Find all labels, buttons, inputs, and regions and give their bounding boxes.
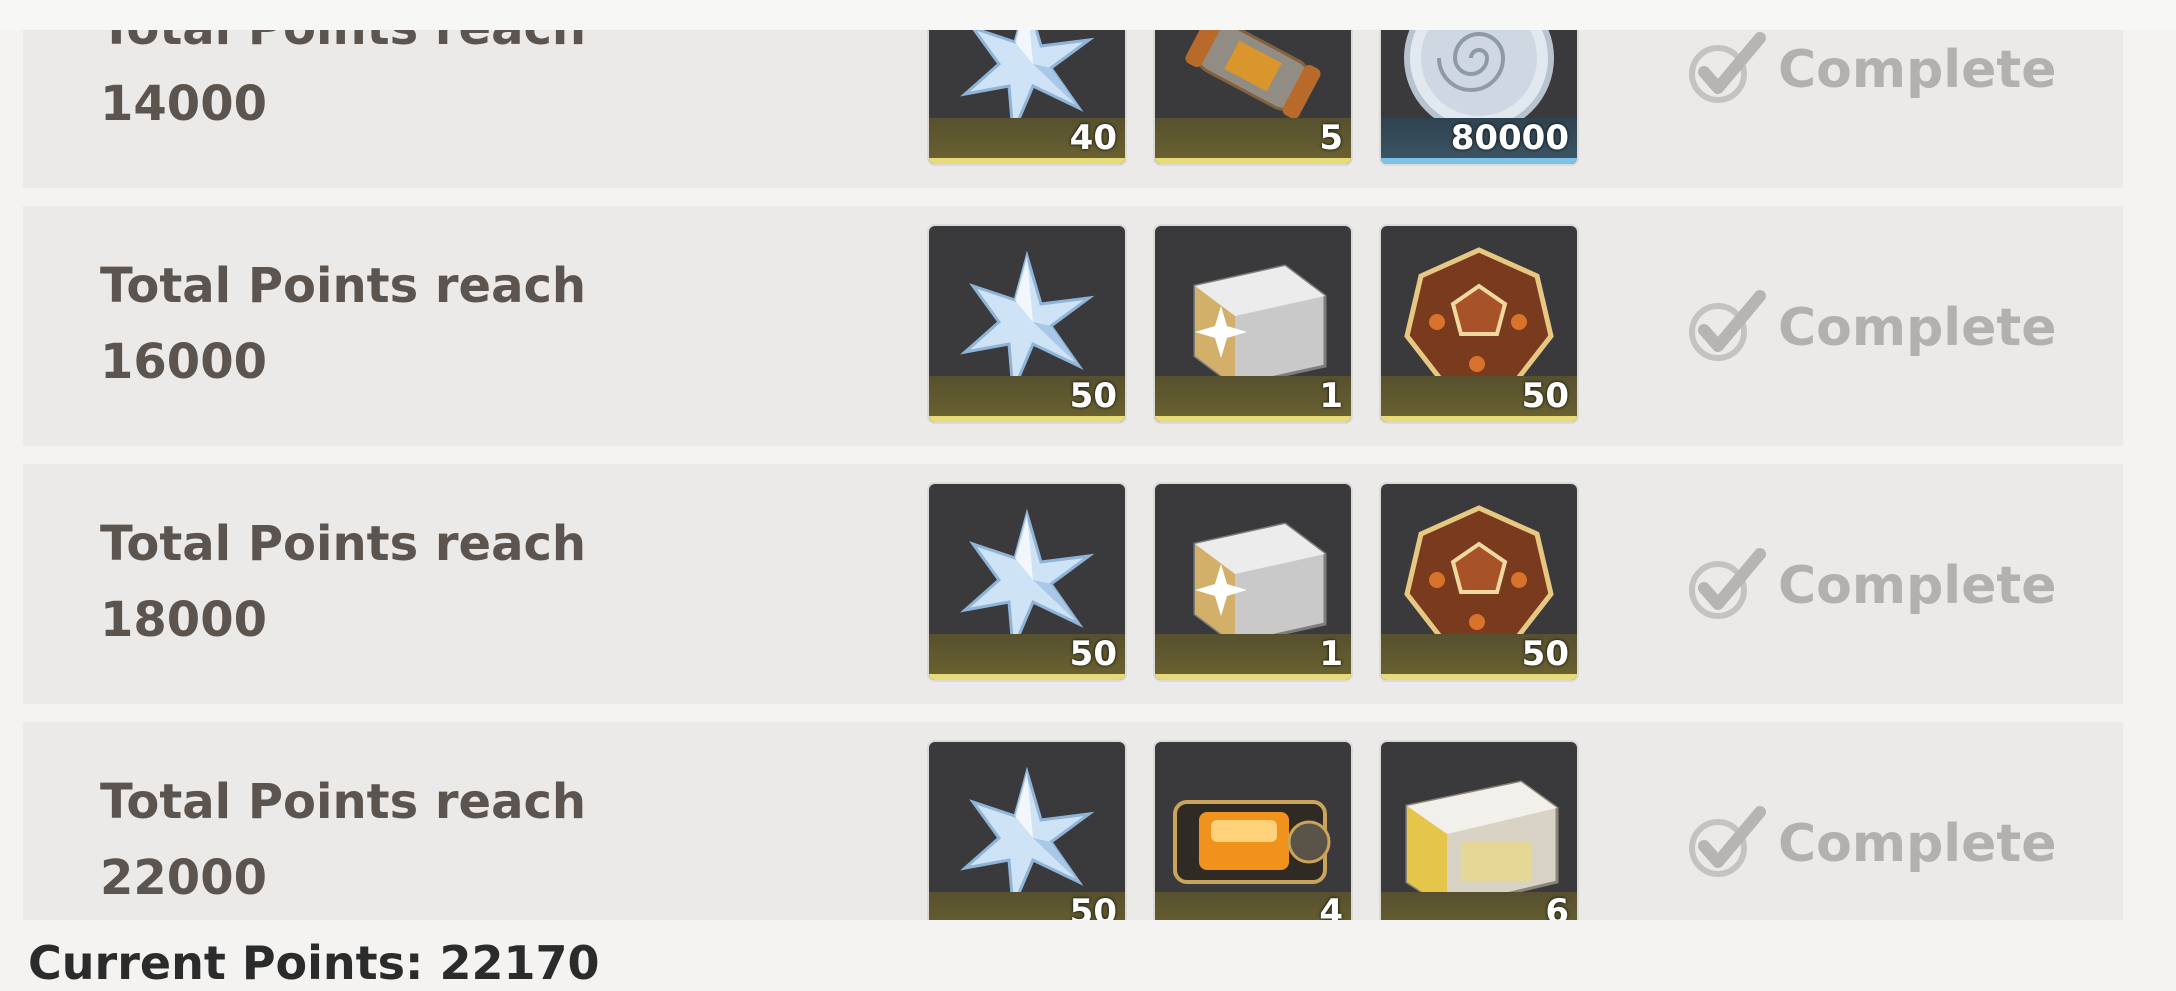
milestone-goal: 14000 [100, 76, 267, 132]
current-points: Current Points: 22170 [28, 936, 600, 990]
complete-status: Complete [1678, 544, 2078, 624]
reward-quantity: 4 [1319, 892, 1343, 920]
status-label: Complete [1778, 40, 2057, 100]
milestone-list: Total Points reach 14000 40 5 [0, 0, 2176, 920]
milestone-title: Total Points reach [100, 516, 587, 572]
reward-quantity: 1 [1319, 634, 1343, 674]
reward-quantity: 50 [1069, 892, 1117, 920]
reward-slot[interactable]: 50 [929, 226, 1125, 422]
reward-quantity: 50 [1521, 376, 1569, 416]
check-icon [1689, 290, 1766, 361]
reward-quantity: 40 [1069, 118, 1117, 158]
reward-quantity: 80000 [1450, 118, 1569, 158]
milestone-goal: 18000 [100, 592, 267, 648]
milestone-goal: 16000 [100, 334, 267, 390]
complete-status: Complete [1678, 802, 2078, 882]
check-icon [1689, 548, 1766, 619]
reward-slot[interactable]: 50 [929, 484, 1125, 680]
reward-slot[interactable]: 1 [1155, 484, 1351, 680]
status-label: Complete [1778, 556, 2057, 616]
reward-slot[interactable]: 1 [1155, 226, 1351, 422]
reward-quantity: 5 [1319, 118, 1343, 158]
reward-slot[interactable]: 50 [1381, 484, 1577, 680]
milestone-row: Total Points reach 18000 50 1 50 Complet… [23, 464, 2123, 704]
reward-slot[interactable]: 50 [929, 742, 1125, 920]
reward-quantity: 50 [1069, 634, 1117, 674]
reward-slot[interactable]: 4 [1155, 742, 1351, 920]
milestone-goal: 22000 [100, 850, 267, 906]
reward-quantity: 50 [1521, 634, 1569, 674]
complete-status: Complete [1678, 28, 2078, 108]
reward-quantity: 50 [1069, 376, 1117, 416]
status-label: Complete [1778, 814, 2057, 874]
check-icon [1689, 32, 1766, 103]
milestone-title: Total Points reach [100, 258, 587, 314]
reward-quantity: 1 [1319, 376, 1343, 416]
top-fade [0, 0, 2176, 30]
complete-status: Complete [1678, 286, 2078, 366]
reward-slot[interactable]: 50 [1381, 226, 1577, 422]
reward-quantity: 6 [1545, 892, 1569, 920]
milestone-row: Total Points reach 22000 50 4 6 Complete [23, 722, 2123, 920]
milestone-title: Total Points reach [100, 774, 587, 830]
milestone-row: Total Points reach 16000 50 1 50 Complet… [23, 206, 2123, 446]
status-label: Complete [1778, 298, 2057, 358]
check-icon [1689, 806, 1766, 877]
reward-slot[interactable]: 6 [1381, 742, 1577, 920]
